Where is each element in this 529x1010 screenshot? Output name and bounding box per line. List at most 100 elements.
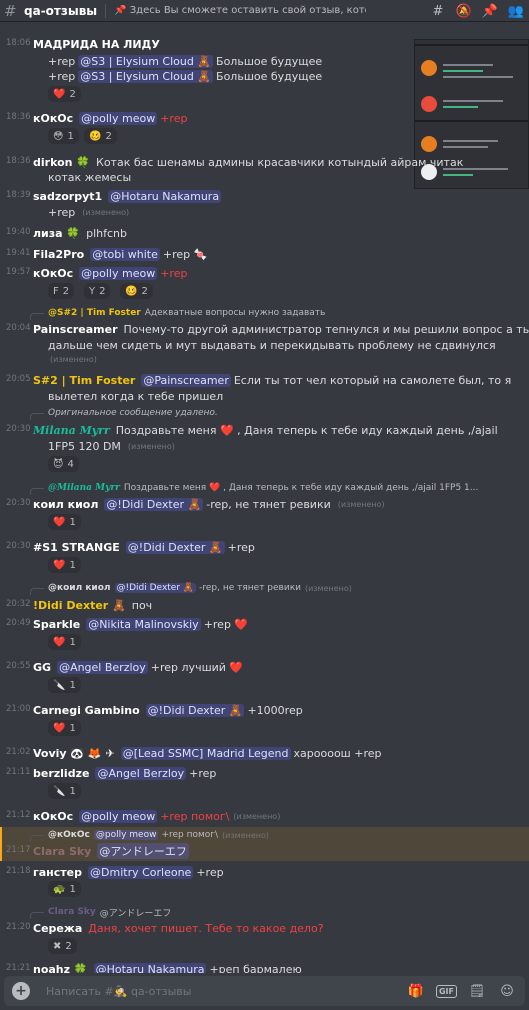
author-name[interactable]: !Didi Dexter 🧸 [33, 599, 126, 612]
reaction[interactable]: 🥴 2 [120, 283, 153, 299]
reaction[interactable]: 🥴 2 [84, 128, 117, 144]
mention[interactable]: @アンドレーエフ [97, 843, 189, 859]
reply-preview[interactable]: Оригинальное сообщение удалено. [30, 406, 218, 420]
reply-author[interactable]: @коил киол [48, 583, 111, 593]
threads-icon[interactable]: # [429, 2, 447, 20]
reaction-emoji: 🔪 [53, 679, 66, 691]
message: котак жемесы [0, 168, 529, 186]
author-name[interactable]: Сережа [33, 922, 82, 935]
edited-label: (изменено) [304, 583, 352, 593]
reaction[interactable]: ❤️ 1 [48, 720, 81, 736]
mention[interactable]: @polly meow [79, 809, 158, 823]
gift-icon[interactable]: 🎁 [406, 981, 426, 1001]
author-name[interactable]: Fila2Pro [33, 248, 84, 261]
reaction[interactable]: ❤️ 1 [48, 557, 81, 573]
author-name[interactable]: dirkon 🍀 [33, 156, 90, 169]
message: 21:21 noahz 🍀 @Hotaru Nakamura +реп барм… [0, 960, 529, 973]
mention[interactable]: @[Lead SSMC] Madrid Legend [120, 746, 291, 760]
author-name[interactable]: S#2 | Tim Foster [33, 374, 135, 387]
mention[interactable]: @Nikita Malinovskiy [86, 617, 201, 631]
author-name[interactable]: кОкОс [33, 267, 73, 280]
reaction[interactable]: 🔪 1 [48, 783, 81, 799]
mention[interactable]: @Hotaru Nakamura [108, 189, 222, 203]
reply-preview[interactable]: @коил киол @!Didi Dexter 🧸 -rep, не тяне… [30, 581, 352, 595]
mention[interactable]: @polly meow [79, 266, 158, 280]
author-name[interactable]: sadzorpyt1 [33, 190, 102, 203]
author-name[interactable]: Сlara Sky [33, 845, 91, 858]
sticker-icon[interactable]: 🗒 [467, 981, 487, 1001]
reaction-emoji: 😈 [53, 458, 64, 470]
pin-icon[interactable]: 📌 [481, 2, 499, 20]
mention[interactable]: @Hotaru Nakamura [93, 962, 207, 973]
reaction[interactable]: 😈 4 [48, 456, 79, 472]
message-text: +rep помог\ [160, 809, 230, 823]
reply-author[interactable]: @Milana Myrr [48, 483, 120, 493]
mention[interactable]: @!Didi Dexter 🧸 [125, 540, 225, 554]
reply-author[interactable]: Сlara Sky [48, 907, 96, 917]
channel-topic[interactable]: 📌 Здесь Вы сможете оставить свой отзыв, … [114, 5, 366, 16]
mention[interactable]: @!Didi Dexter 🧸 [145, 703, 245, 717]
mention[interactable]: @Angel Berzloy [57, 660, 148, 674]
author-name[interactable]: кОкОс [33, 112, 73, 125]
mention[interactable]: @S3 | Elysium Cloud 🧸 [78, 69, 214, 83]
reply-preview[interactable]: @кОкОс @polly meow +rep помог\ (изменено… [30, 828, 269, 842]
timestamp: 19:40 [6, 227, 31, 237]
mention[interactable]: @!Didi Dexter 🧸 [104, 497, 204, 511]
reaction[interactable]: 🐢 1 [48, 881, 81, 897]
reaction[interactable]: ✖ 2 [48, 938, 77, 954]
message: 19:41 Fila2Pro @tobi white +rep 🍬 [0, 245, 529, 263]
mention[interactable]: @Angel Berzloy [95, 766, 187, 780]
timestamp: 21:02 [6, 747, 31, 757]
author-name[interactable]: #S1 STRANGE [33, 541, 120, 554]
author-name[interactable]: berzlidze [33, 767, 89, 780]
mention[interactable]: @Painscreamer [141, 373, 231, 387]
mute-bell-icon[interactable]: 🔕 [455, 2, 473, 20]
reaction-emoji: ❤️ [53, 636, 66, 648]
message-text: +rep 🍬 [162, 247, 208, 261]
reply-preview[interactable]: Сlara Sky @アンドレーエフ [30, 905, 171, 919]
edited-label: (изменено) [337, 499, 385, 509]
timestamp: 20:32 [6, 599, 31, 609]
member-list-icon[interactable]: 👥 [507, 2, 525, 20]
reply-author[interactable]: @кОкОс [48, 830, 90, 840]
author-name[interactable]: коил киол [33, 498, 98, 511]
message-text: Поздравьте меня ❤️ , Даня теперь к тебе … [115, 423, 498, 437]
reaction-emoji: 😳 [53, 130, 64, 142]
author-name[interactable]: Voviy 🐼 🦊 ✈ [33, 747, 115, 760]
reply-author[interactable]: @S#2 | Tim Foster [48, 308, 141, 318]
mention[interactable]: @!Didi Dexter 🧸 [114, 583, 197, 593]
author-name[interactable]: Carnegi Gambino [33, 704, 140, 717]
gif-button[interactable]: GIF [435, 981, 457, 1001]
reaction[interactable]: F 2 [48, 283, 75, 299]
author-name[interactable]: кОкОс [33, 810, 73, 823]
mention[interactable]: @polly meow [79, 111, 158, 125]
reaction[interactable]: Y 2 [84, 283, 111, 299]
emoji-icon[interactable]: ☺ [497, 981, 517, 1001]
reaction[interactable]: 😳 1 [48, 128, 79, 144]
author-name[interactable]: GG [33, 661, 51, 674]
author-name[interactable]: Painscreamer [33, 323, 118, 336]
message-composer[interactable]: + Написать #🕵 qa-отзывы 🎁 GIF 🗒 ☺ [4, 976, 525, 1006]
author-name[interactable]: noahz 🍀 [33, 963, 88, 974]
add-attachment-button[interactable]: + [12, 982, 30, 1000]
reaction[interactable]: 🔪 1 [48, 677, 81, 693]
author-name[interactable]: лиза 🍀 [33, 227, 80, 240]
timestamp: 21:17 [6, 845, 31, 855]
reaction-count: 1 [67, 130, 74, 142]
reply-preview[interactable]: @S#2 | Tim Foster Адекватные вопросы нуж… [30, 306, 325, 320]
mention[interactable]: @S3 | Elysium Cloud 🧸 [78, 54, 214, 68]
author-name[interactable]: Sparkle [33, 618, 80, 631]
message-list[interactable]: 18:06 МАДРИДА НА ЛИДУ +rep @S3 | Elysium… [0, 23, 529, 973]
message-input[interactable]: Написать #🕵 qa-отзывы [46, 985, 191, 998]
mention[interactable]: @Dmitry Corleone [88, 865, 194, 879]
timestamp: 21:00 [6, 704, 31, 714]
reaction[interactable]: ❤️ 1 [48, 514, 81, 530]
reply-preview[interactable]: @Milana Myrr Поздравьте меня ❤️ , Даня т… [30, 481, 478, 495]
author-name[interactable]: МАДРИДА НА ЛИДУ [33, 38, 160, 51]
reaction[interactable]: ❤️ 1 [48, 634, 81, 650]
author-name[interactable]: Milana Myrr [33, 424, 110, 437]
reaction[interactable]: ❤️ 2 [48, 86, 81, 102]
mention[interactable]: @polly meow [93, 830, 159, 840]
author-name[interactable]: ганстер [33, 866, 82, 879]
mention[interactable]: @tobi white [90, 247, 160, 261]
